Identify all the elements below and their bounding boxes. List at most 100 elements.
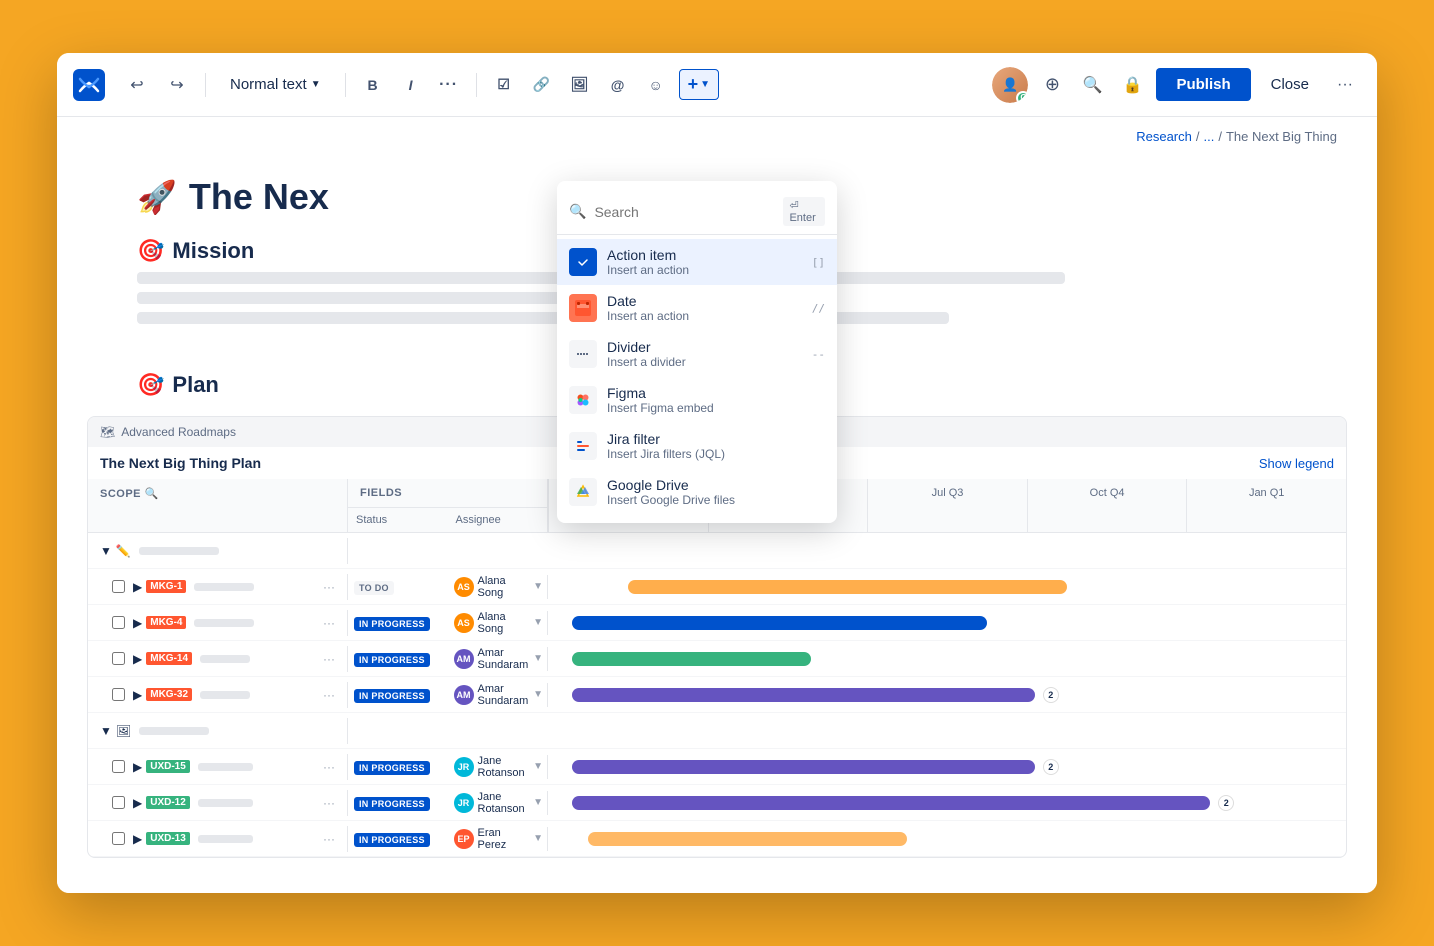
lock-button[interactable]: 🔒	[1116, 69, 1148, 101]
show-legend-button[interactable]: Show legend	[1259, 456, 1334, 471]
row-more-icon[interactable]: ···	[323, 616, 335, 630]
expand-icon[interactable]: ▶	[133, 580, 142, 594]
main-content: Research / ... / The Next Big Thing 🚀 Th…	[57, 117, 1377, 893]
divider-title: Divider	[607, 339, 802, 355]
chevron-down-icon: ▼	[311, 79, 321, 90]
mission-label: Mission	[172, 238, 254, 264]
date-desc: Insert an action	[607, 309, 802, 323]
collapse-icon[interactable]: ▼	[100, 724, 112, 738]
menu-item-google-drive[interactable]: Google Drive Insert Google Drive files	[557, 469, 837, 515]
menu-item-date[interactable]: Date Insert an action //	[557, 285, 837, 331]
assignee-dropdown[interactable]: ▼	[533, 761, 543, 772]
bold-button[interactable]: B	[358, 70, 388, 100]
assignee-cell: JR Jane Rotanson ▼	[450, 791, 548, 815]
menu-item-jira-filter[interactable]: Jira filter Insert Jira filters (JQL)	[557, 423, 837, 469]
publish-button[interactable]: Publish	[1156, 68, 1250, 101]
row-checkbox[interactable]	[112, 796, 125, 809]
expand-icon[interactable]: ▶	[133, 652, 142, 666]
assignee-dropdown[interactable]: ▼	[533, 833, 543, 844]
assignee-dropdown[interactable]: ▼	[533, 797, 543, 808]
uxd-badge: UXD-13	[146, 832, 190, 845]
breadcrumb: Research / ... / The Next Big Thing	[57, 117, 1377, 156]
table-row: ▶ MKG-4 ··· IN PROGRESS AS Alana Song	[88, 605, 1346, 641]
assignee-dropdown[interactable]: ▼	[533, 581, 543, 592]
menu-item-action-item[interactable]: Action item Insert an action []	[557, 239, 837, 285]
user-avatar-button[interactable]: 👤 G	[992, 67, 1028, 103]
scope-cell-group2: ▼ 🖼	[88, 718, 348, 744]
row-more-icon[interactable]: ···	[323, 688, 335, 702]
main-window: ↩ ↪ Normal text ▼ B I ··· ☑ 🔗	[57, 53, 1377, 893]
group-icon: ✏️	[116, 544, 131, 558]
assignee-name: Alana Song	[478, 611, 530, 635]
row-checkbox[interactable]	[112, 580, 125, 593]
confluence-logo[interactable]	[73, 69, 105, 101]
add-user-button[interactable]: ⊕	[1036, 69, 1068, 101]
row-more-icon[interactable]: ···	[323, 652, 335, 666]
fields-column: FIELDS Status Assignee	[348, 479, 548, 532]
emoji-button[interactable]: ☺	[641, 70, 671, 100]
row-checkbox[interactable]	[112, 688, 125, 701]
redo-button[interactable]: ↪	[161, 69, 193, 101]
row-more-icon[interactable]: ···	[323, 760, 335, 774]
link-button[interactable]: 🔗	[527, 70, 557, 100]
search-icon-small[interactable]: 🔍	[145, 488, 159, 500]
group-icon2: 🖼	[116, 724, 131, 738]
menu-item-figma[interactable]: Figma Insert Figma embed	[557, 377, 837, 423]
assignee-avatar: AS	[454, 613, 474, 633]
row-checkbox[interactable]	[112, 832, 125, 845]
mkg-badge: MKG-32	[146, 688, 192, 701]
table-row: ▶ MKG-1 ··· TO DO AS Alana Song	[88, 569, 1346, 605]
roadmap-header-label: Advanced Roadmaps	[121, 425, 236, 439]
row-more-icon[interactable]: ···	[323, 832, 335, 846]
jira-title: Jira filter	[607, 431, 825, 447]
figma-desc: Insert Figma embed	[607, 401, 825, 415]
assignee-avatar: EP	[454, 829, 474, 849]
italic-label: I	[409, 77, 413, 93]
close-button[interactable]: Close	[1259, 68, 1321, 101]
breadcrumb-research[interactable]: Research	[1136, 129, 1192, 144]
date-text: Date Insert an action	[607, 293, 802, 323]
more-options-button[interactable]: ···	[1329, 69, 1361, 101]
search-button[interactable]: 🔍	[1076, 69, 1108, 101]
expand-icon[interactable]: ▶	[133, 796, 142, 810]
dropdown-search-input[interactable]	[594, 204, 775, 220]
plan-label: Plan	[172, 372, 218, 398]
group-placeholder	[139, 547, 219, 555]
row-checkbox[interactable]	[112, 760, 125, 773]
assignee-dropdown[interactable]: ▼	[533, 617, 543, 628]
row-checkbox[interactable]	[112, 652, 125, 665]
chevron-down-icon: ▼	[700, 79, 710, 90]
status-sub-col: Status	[348, 508, 448, 532]
checkbox-icon: ☑	[497, 76, 510, 93]
row-more-icon[interactable]: ···	[323, 796, 335, 810]
assignee-dropdown[interactable]: ▼	[533, 689, 543, 700]
undo-button[interactable]: ↩	[121, 69, 153, 101]
menu-item-divider[interactable]: Divider Insert a divider --	[557, 331, 837, 377]
divider-text: Divider Insert a divider	[607, 339, 802, 369]
breadcrumb-ellipsis[interactable]: ...	[1203, 129, 1214, 144]
date-shortcut: //	[812, 302, 825, 315]
more-format-button[interactable]: ···	[434, 70, 464, 100]
row-more-icon[interactable]: ···	[323, 580, 335, 594]
mention-button[interactable]: @	[603, 70, 633, 100]
status-cell: IN PROGRESS	[348, 830, 450, 848]
expand-icon[interactable]: ▶	[133, 760, 142, 774]
expand-icon[interactable]: ▶	[133, 832, 142, 846]
insert-dropdown-menu[interactable]: 🔍 ⏎ Enter Action item Insert an actio	[557, 181, 837, 523]
italic-button[interactable]: I	[396, 70, 426, 100]
insert-plus-button[interactable]: + ▼	[679, 69, 719, 100]
expand-icon[interactable]: ▶	[133, 616, 142, 630]
checkbox-button[interactable]: ☑	[489, 70, 519, 100]
count-badge: 2	[1043, 687, 1059, 703]
text-style-dropdown[interactable]: Normal text ▼	[218, 70, 333, 99]
image-button[interactable]: 🖼	[565, 70, 595, 100]
expand-icon[interactable]: ▶	[133, 688, 142, 702]
status-cell: IN PROGRESS	[348, 650, 450, 668]
assignee-cell: AM Amar Sundaram ▼	[450, 683, 548, 707]
gantt-bar	[572, 760, 1035, 774]
collapse-icon[interactable]: ▼	[100, 544, 112, 558]
row-checkbox[interactable]	[112, 616, 125, 629]
fields-cell-mkg4: IN PROGRESS AS Alana Song ▼	[348, 611, 548, 635]
table-row: ▶ UXD-15 ··· IN PROGRESS JR Jane Rotan	[88, 749, 1346, 785]
assignee-dropdown[interactable]: ▼	[533, 653, 543, 664]
